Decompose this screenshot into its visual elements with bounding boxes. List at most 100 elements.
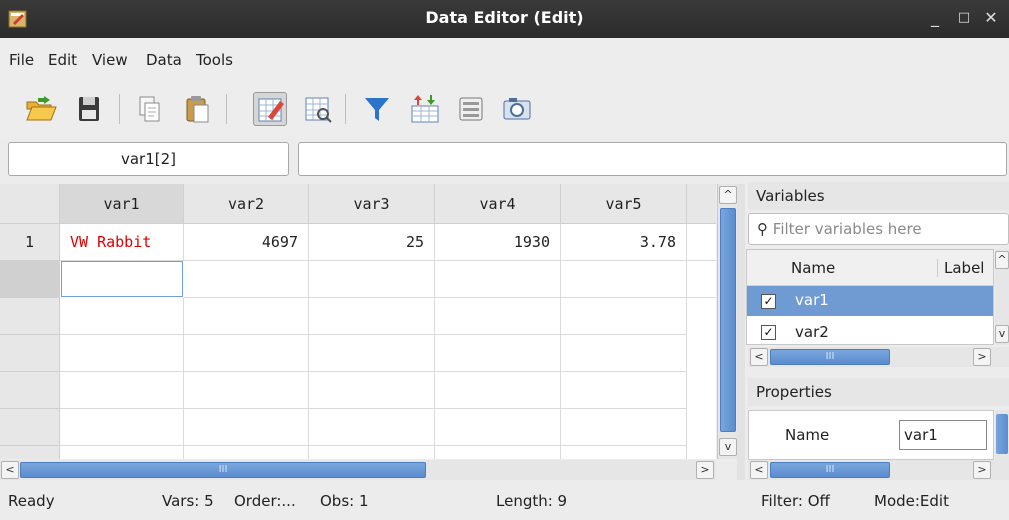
column-header-var1[interactable]: var1 — [60, 184, 184, 224]
column-header-empty[interactable] — [687, 184, 716, 224]
grid-cell[interactable] — [184, 372, 309, 409]
scroll-right-icon[interactable]: > — [696, 461, 714, 479]
variable-list-horizontal-scrollbar[interactable]: < III > — [748, 347, 1009, 367]
grid-cell[interactable] — [184, 446, 309, 459]
row-header[interactable] — [0, 372, 60, 409]
grid-cell[interactable] — [435, 298, 561, 335]
grid-corner[interactable] — [0, 184, 60, 224]
copy-icon[interactable] — [132, 92, 166, 126]
row-header[interactable] — [0, 298, 60, 335]
column-header-name[interactable]: Name — [791, 259, 835, 277]
scroll-up-icon[interactable]: ^ — [719, 186, 737, 204]
grid-cell[interactable] — [309, 409, 435, 446]
grid-cell[interactable] — [561, 261, 687, 298]
edit-mode-icon[interactable] — [253, 92, 287, 126]
grid-cell[interactable] — [561, 298, 687, 335]
checkbox-icon[interactable]: ✓ — [761, 294, 776, 309]
grid-cell[interactable]: VW Rabbit — [60, 224, 184, 261]
grid-cell[interactable] — [561, 446, 687, 459]
grid-cell[interactable] — [309, 335, 435, 372]
column-header-var2[interactable]: var2 — [184, 184, 309, 224]
scroll-left-icon[interactable]: < — [750, 461, 768, 479]
menu-file[interactable]: File — [9, 51, 34, 69]
grid-cell[interactable] — [309, 298, 435, 335]
variable-list-vertical-scrollbar[interactable]: ^ v — [995, 249, 1009, 345]
grid-cell[interactable] — [687, 261, 716, 298]
close-button[interactable]: ✕ — [980, 7, 1002, 29]
variable-filter-input[interactable]: ⚲ Filter variables here — [748, 213, 1009, 245]
pane-splitter[interactable] — [737, 184, 745, 480]
grid-cell[interactable] — [60, 335, 184, 372]
scroll-left-icon[interactable]: < — [1, 461, 19, 479]
paste-icon[interactable] — [180, 92, 214, 126]
browse-mode-icon[interactable] — [301, 92, 335, 126]
menu-edit[interactable]: Edit — [48, 51, 77, 69]
grid-cell[interactable]: 25 — [309, 224, 435, 261]
column-header-var3[interactable]: var3 — [309, 184, 435, 224]
row-header[interactable] — [0, 335, 60, 372]
filter-icon[interactable] — [360, 92, 394, 126]
row-header[interactable] — [0, 409, 60, 446]
save-icon[interactable] — [72, 92, 106, 126]
menu-tools[interactable]: Tools — [196, 51, 233, 69]
grid-cell[interactable] — [309, 261, 435, 298]
grid-cell[interactable] — [184, 261, 309, 298]
grid-vertical-scrollbar[interactable]: ^ v — [717, 184, 737, 459]
row-header[interactable] — [0, 261, 60, 298]
grid-cell[interactable] — [435, 409, 561, 446]
grid-cell[interactable]: 4697 — [184, 224, 309, 261]
grid-cell[interactable] — [435, 372, 561, 409]
scroll-right-icon[interactable]: > — [973, 461, 991, 479]
grid-cell[interactable] — [184, 409, 309, 446]
grid-cell[interactable] — [687, 224, 716, 261]
maximize-button[interactable]: □ — [953, 7, 975, 29]
grid-cell[interactable] — [309, 372, 435, 409]
grid-cell[interactable] — [309, 446, 435, 459]
variable-row[interactable]: ✓ var2 — [747, 316, 993, 344]
properties-vertical-scrollbar[interactable] — [995, 410, 1009, 460]
properties-horizontal-scrollbar[interactable]: < III > — [748, 460, 1009, 480]
properties-scroll-thumb-horizontal[interactable]: III — [770, 462, 890, 478]
grid-cell[interactable] — [561, 372, 687, 409]
grid-cell-active[interactable] — [61, 261, 183, 297]
properties-scroll-thumb[interactable] — [996, 414, 1008, 454]
cell-value-input[interactable] — [298, 142, 1007, 176]
row-header[interactable]: 1 — [0, 224, 60, 261]
checkbox-icon[interactable]: ✓ — [761, 325, 776, 340]
grid-cell[interactable] — [60, 298, 184, 335]
menu-view[interactable]: View — [92, 51, 128, 69]
grid-horizontal-scrollbar[interactable]: < III > — [0, 460, 716, 480]
grid-horizontal-scroll-thumb[interactable]: III — [20, 462, 426, 478]
grid-cell[interactable]: 1930 — [435, 224, 561, 261]
grid-vertical-scroll-thumb[interactable] — [720, 208, 736, 432]
minimize-button[interactable]: _ — [924, 7, 946, 29]
property-name-input[interactable]: var1 — [899, 420, 987, 450]
properties-icon[interactable] — [454, 92, 488, 126]
scroll-up-icon[interactable]: ^ — [995, 251, 1009, 269]
grid-cell[interactable] — [60, 409, 184, 446]
grid-cell[interactable] — [60, 446, 184, 459]
grid-cell[interactable] — [184, 335, 309, 372]
grid-cell[interactable] — [435, 446, 561, 459]
scroll-left-icon[interactable]: < — [750, 348, 768, 366]
variable-list-scroll-thumb[interactable]: III — [770, 349, 890, 365]
scroll-down-icon[interactable]: v — [995, 325, 1009, 343]
snapshot-icon[interactable] — [500, 92, 534, 126]
scroll-down-icon[interactable]: v — [719, 438, 737, 456]
grid-cell[interactable] — [561, 335, 687, 372]
column-header-label[interactable]: Label — [937, 259, 984, 277]
cell-name-box[interactable]: var1[2] — [8, 142, 289, 176]
row-header[interactable] — [0, 446, 60, 459]
grid-cell[interactable] — [60, 372, 184, 409]
variable-manager-icon[interactable] — [408, 92, 442, 126]
open-icon[interactable] — [24, 92, 58, 126]
grid-cell[interactable] — [561, 409, 687, 446]
scroll-right-icon[interactable]: > — [973, 348, 991, 366]
column-header-var4[interactable]: var4 — [435, 184, 561, 224]
grid-cell[interactable] — [435, 261, 561, 298]
grid-cell[interactable]: 3.78 — [561, 224, 687, 261]
menu-data[interactable]: Data — [146, 51, 182, 69]
variable-row[interactable]: ✓ var1 — [747, 286, 993, 316]
column-header-var5[interactable]: var5 — [561, 184, 687, 224]
grid-cell[interactable] — [435, 335, 561, 372]
